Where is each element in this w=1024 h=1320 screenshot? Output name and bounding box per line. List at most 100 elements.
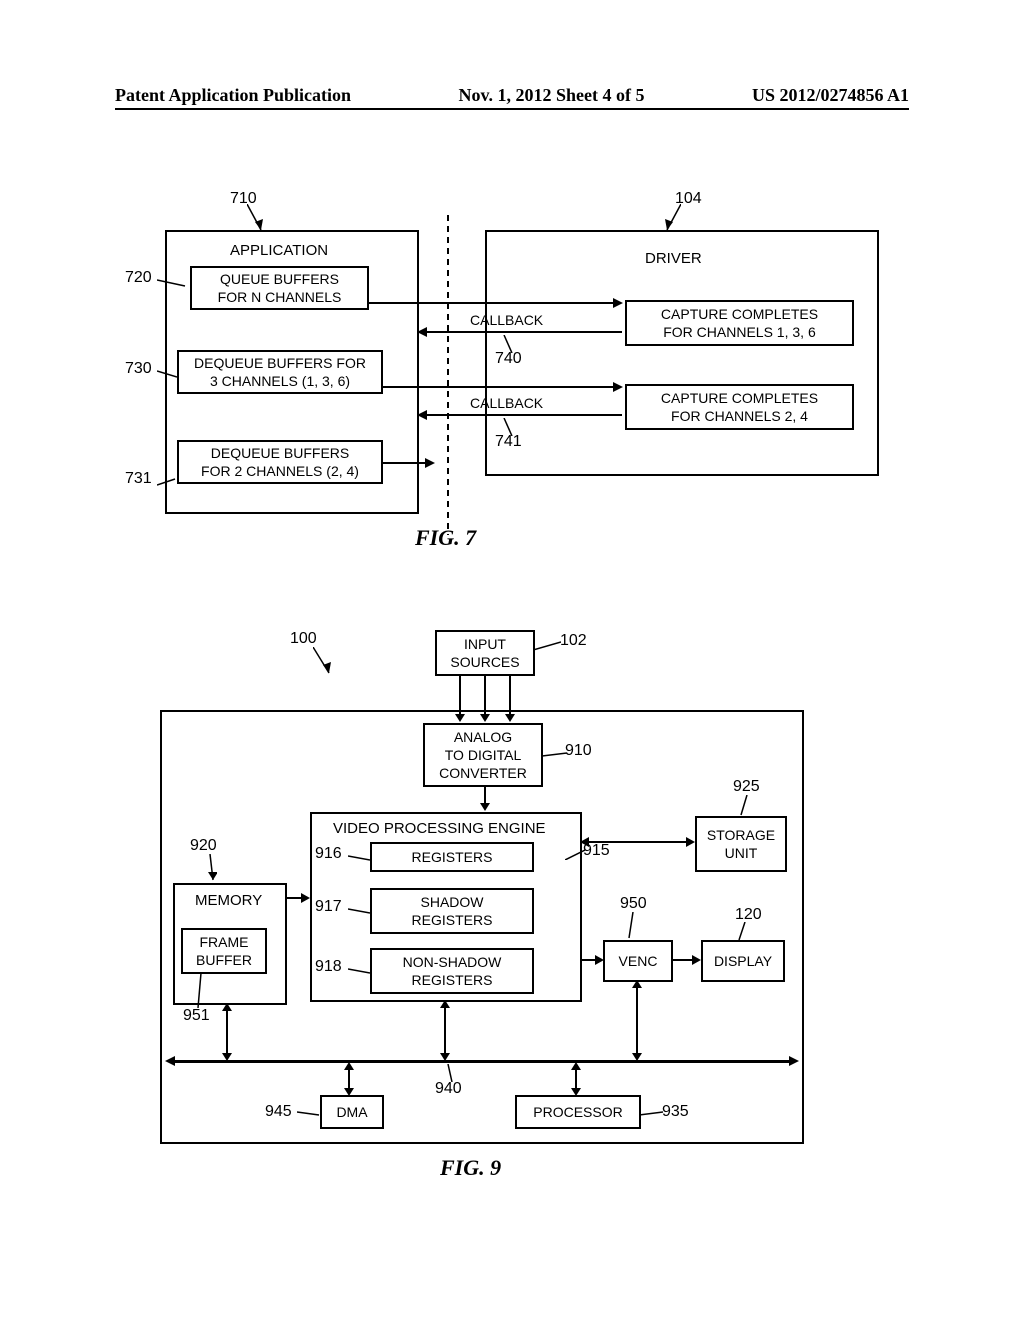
arrow-mem-vpe [285, 892, 311, 904]
dequeue2-l2: FOR 2 CHANNELS (2, 4) [201, 463, 359, 479]
dequeue-buffers-1-box: DEQUEUE BUFFERS FOR 3 CHANNELS (1, 3, 6) [177, 350, 383, 394]
processor-label: PROCESSOR [533, 1104, 622, 1120]
application-label: APPLICATION [230, 242, 328, 259]
non-shadow-registers-box: NON-SHADOW REGISTERS [370, 948, 534, 994]
input-sources-box: INPUT SOURCES [435, 630, 535, 676]
arrow-dequeue1-to-capture2-head [613, 382, 623, 392]
arrow-venc-display [671, 954, 701, 966]
shadow-registers-box: SHADOWREGISTERS [370, 888, 534, 934]
arrow-queue-to-capture1-head [613, 298, 623, 308]
vpe-label: VIDEO PROCESSING ENGINE [333, 820, 546, 837]
figure-7: 710 104 APPLICATION DRIVER 720 QUEUE BUF… [145, 190, 885, 550]
header-right: US 2012/0274856 A1 [752, 85, 909, 106]
bus-right-head [789, 1056, 799, 1066]
fig7-caption: FIG. 7 [415, 525, 476, 551]
capture1-l2: FOR CHANNELS 1, 3, 6 [663, 324, 816, 340]
ref-720: 720 [125, 269, 152, 287]
ref-935: 935 [662, 1103, 689, 1121]
leader-720 [157, 278, 187, 288]
dequeue2-l1: DEQUEUE BUFFERS [211, 445, 349, 461]
dequeue-buffers-2-box: DEQUEUE BUFFERS FOR 2 CHANNELS (2, 4) [177, 440, 383, 484]
storage-l1: STORAGE [707, 827, 775, 843]
callback-1-line [427, 331, 622, 333]
leader-945 [297, 1110, 321, 1118]
input-sources-label: INPUT SOURCES [450, 635, 519, 671]
display-label: DISPLAY [714, 953, 772, 969]
arrow-vpe-bus [438, 1000, 452, 1061]
frame-buffer-l1: FRAME [200, 934, 249, 950]
ref-925: 925 [733, 778, 760, 796]
adc-l3: CONVERTER [439, 765, 527, 781]
arrow-dma-bus [342, 1062, 356, 1096]
dequeue1-l1: DEQUEUE BUFFERS FOR [194, 355, 366, 371]
header-left: Patent Application Publication [115, 85, 351, 106]
adc-l2: TO DIGITAL [445, 747, 522, 763]
bus-left-head [165, 1056, 175, 1066]
arrow-adc-to-vpe [475, 785, 495, 813]
callback-2-head [417, 410, 427, 420]
storage-unit-box: STORAGEUNIT [695, 816, 787, 872]
leader-920 [205, 854, 217, 882]
ref-917: 917 [315, 898, 342, 916]
registers-box: REGISTERS [370, 842, 534, 872]
dma-box: DMA [320, 1095, 384, 1129]
ref-102: 102 [560, 632, 587, 650]
leader-951 [193, 973, 205, 1008]
leader-916 [348, 854, 370, 862]
queue-buffers-l1: QUEUE BUFFERS [220, 271, 339, 287]
leader-910 [542, 751, 567, 761]
ref-951: 951 [183, 1007, 210, 1025]
leader-925 [737, 795, 749, 817]
arrows-input-to-adc [445, 674, 525, 724]
ref-950: 950 [620, 895, 647, 913]
leader-940 [444, 1064, 456, 1082]
venc-label: VENC [619, 953, 658, 969]
leader-740 [502, 335, 514, 353]
arrow-vpe-venc [580, 954, 604, 966]
ref-918: 918 [315, 958, 342, 976]
capture2-l1: CAPTURE COMPLETES [661, 390, 818, 406]
fig9-caption: FIG. 9 [440, 1155, 501, 1181]
arrow-dequeue2-to-driver [383, 462, 427, 464]
leader-100 [313, 647, 335, 677]
callback-1-head [417, 327, 427, 337]
ref-940: 940 [435, 1080, 462, 1098]
nonshadow-l1: NON-SHADOW [403, 954, 502, 970]
page-header: Patent Application Publication Nov. 1, 2… [0, 85, 1024, 106]
queue-buffers-l2: FOR N CHANNELS [218, 289, 342, 305]
memory-label: MEMORY [195, 892, 262, 909]
leader-120 [735, 922, 747, 942]
leader-918 [348, 967, 370, 975]
frame-buffer-l2: BUFFER [196, 952, 252, 968]
ref-920: 920 [190, 837, 217, 855]
arrow-venc-bus [630, 980, 644, 1061]
driver-label: DRIVER [645, 250, 702, 267]
queue-buffers-box: QUEUE BUFFERS FOR N CHANNELS [190, 266, 369, 310]
processor-box: PROCESSOR [515, 1095, 641, 1129]
dma-label: DMA [336, 1104, 367, 1120]
dashed-divider [443, 215, 453, 535]
leader-917 [348, 907, 370, 915]
display-box: DISPLAY [701, 940, 785, 982]
leader-731 [157, 477, 177, 487]
callback-label-1: CALLBACK [470, 312, 543, 328]
capture2-l2: FOR CHANNELS 2, 4 [671, 408, 808, 424]
arrow-dequeue2-to-driver-head [425, 458, 435, 468]
arrow-mem-bus [220, 1003, 234, 1061]
arrow-vpe-storage [580, 835, 695, 849]
leader-915 [565, 848, 585, 860]
figure-9: 100 INPUT SOURCES 102 ANALOGTO DIGITALCO… [145, 610, 885, 1210]
header-center: Nov. 1, 2012 Sheet 4 of 5 [459, 85, 645, 106]
ref-730: 730 [125, 360, 152, 378]
callback-label-2: CALLBACK [470, 395, 543, 411]
dequeue1-l2: 3 CHANNELS (1, 3, 6) [210, 373, 350, 389]
adc-box: ANALOGTO DIGITALCONVERTER [423, 723, 543, 787]
venc-box: VENC [603, 940, 673, 982]
header-rule [115, 108, 909, 110]
capture1-l1: CAPTURE COMPLETES [661, 306, 818, 322]
leader-950 [625, 912, 637, 940]
nonshadow-l2: REGISTERS [412, 972, 493, 988]
capture-completes-2-box: CAPTURE COMPLETES FOR CHANNELS 2, 4 [625, 384, 854, 430]
ref-945: 945 [265, 1103, 292, 1121]
leader-102 [533, 640, 561, 652]
